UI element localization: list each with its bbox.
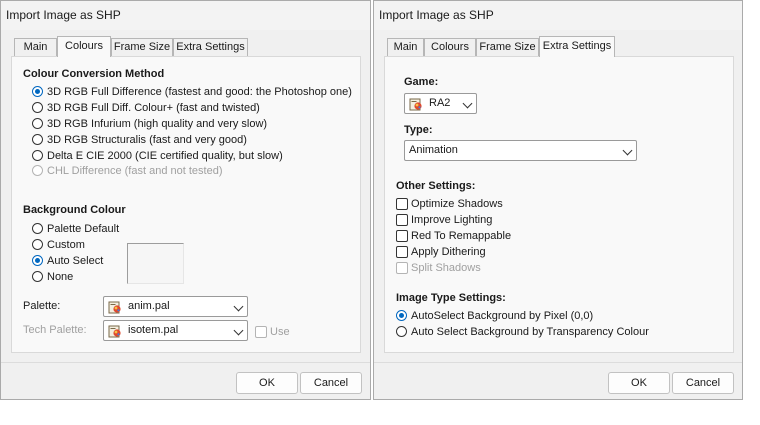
left-tab-frame-size[interactable]: Frame Size — [111, 38, 173, 56]
radio-selected — [396, 310, 407, 321]
right-tab-extra-settings[interactable]: Extra Settings — [539, 36, 615, 57]
option-label: Auto Select — [47, 255, 104, 267]
right-title-bar[interactable]: Import Image as SHP — [374, 1, 742, 30]
checkbox — [396, 214, 408, 226]
radio — [32, 223, 43, 234]
colour-conversion-heading: Colour Conversion Method — [23, 68, 165, 80]
option-label: Improve Lighting — [411, 214, 493, 226]
palette-value: anim.pal — [128, 300, 170, 312]
radio — [32, 165, 43, 176]
left-cancel-button[interactable]: Cancel — [300, 372, 362, 394]
left-tab-colours[interactable]: Colours — [57, 36, 111, 57]
right-dialog: Import Image as SHP Main Colours Frame S… — [373, 0, 743, 400]
radio — [32, 118, 43, 129]
option-label: Use — [270, 326, 290, 338]
type-value: Animation — [409, 144, 458, 156]
background-colour-preview[interactable] — [127, 243, 184, 284]
chevron-down-icon — [462, 98, 473, 109]
option-label: 3D RGB Full Diff. Colour+ (fast and twis… — [47, 102, 260, 114]
palette-select[interactable]: anim.pal — [103, 296, 248, 317]
left-button-separator — [1, 362, 370, 363]
radio — [32, 271, 43, 282]
background-colour-heading: Background Colour — [23, 204, 126, 216]
left-title-bar[interactable]: Import Image as SHP — [1, 1, 370, 30]
option-label: Optimize Shadows — [411, 198, 503, 210]
palette-file-icon — [108, 300, 122, 314]
option-label: Palette Default — [47, 223, 120, 235]
right-tab-strip: Main Colours Frame Size Extra Settings — [384, 36, 744, 57]
game-label: Game: — [404, 76, 439, 88]
tech-palette-value: isotem.pal — [128, 324, 179, 336]
type-select[interactable]: Animation — [404, 140, 637, 161]
game-select[interactable]: RA2 — [404, 93, 477, 114]
palette-label: Palette: — [23, 300, 61, 312]
option-label: CHL Difference (fast and not tested) — [47, 165, 223, 177]
right-cancel-button[interactable]: Cancel — [672, 372, 734, 394]
chevron-down-icon — [233, 325, 244, 336]
left-window-title: Import Image as SHP — [6, 8, 121, 22]
checkbox — [396, 198, 408, 210]
radio-selected — [32, 86, 43, 97]
chevron-down-icon — [622, 145, 633, 156]
palette-file-icon — [108, 324, 122, 338]
chevron-down-icon — [233, 301, 244, 312]
radio — [396, 326, 407, 337]
checkbox — [255, 326, 267, 338]
radio — [32, 150, 43, 161]
option-label: Auto Select Background by Transparency C… — [411, 326, 649, 338]
right-button-separator — [374, 362, 742, 363]
game-value: RA2 — [429, 97, 451, 109]
option-label: Custom — [47, 239, 85, 251]
right-tab-panel: Game: RA2 Type: Animation Other Settings… — [384, 56, 734, 353]
left-tab-strip: Main Colours Frame Size Extra Settings — [11, 36, 371, 57]
type-label: Type: — [404, 124, 433, 136]
right-ok-button[interactable]: OK — [608, 372, 670, 394]
left-tab-extra-settings[interactable]: Extra Settings — [173, 38, 248, 56]
left-tab-main[interactable]: Main — [14, 38, 57, 56]
right-window-title: Import Image as SHP — [379, 8, 494, 22]
tech-palette-label: Tech Palette: — [23, 324, 87, 336]
left-tab-panel: Colour Conversion Method 3D RGB Full Dif… — [11, 56, 361, 353]
left-dialog: Import Image as SHP Main Colours Frame S… — [0, 0, 371, 400]
option-label: Red To Remappable — [411, 230, 512, 242]
option-label: None — [47, 271, 74, 283]
option-label: Delta E CIE 2000 (CIE certified quality,… — [47, 150, 283, 162]
radio-selected — [32, 255, 43, 266]
right-tab-frame-size[interactable]: Frame Size — [476, 38, 539, 56]
checkbox — [396, 262, 408, 274]
option-label: Split Shadows — [411, 262, 481, 274]
option-label: AutoSelect Background by Pixel (0,0) — [411, 310, 594, 322]
image-type-heading: Image Type Settings: — [396, 292, 506, 304]
other-settings-heading: Other Settings: — [396, 180, 476, 192]
option-label: 3D RGB Full Difference (fastest and good… — [47, 86, 352, 98]
option-label: 3D RGB Infurium (high quality and very s… — [47, 118, 268, 130]
palette-file-icon — [409, 97, 423, 111]
right-tab-colours[interactable]: Colours — [424, 38, 476, 56]
tech-palette-select[interactable]: isotem.pal — [103, 320, 248, 341]
option-label: Apply Dithering — [411, 246, 486, 258]
left-ok-button[interactable]: OK — [236, 372, 298, 394]
option-label: 3D RGB Structuralis (fast and very good) — [47, 134, 247, 146]
checkbox — [396, 230, 408, 242]
radio — [32, 134, 43, 145]
radio — [32, 239, 43, 250]
checkbox — [396, 246, 408, 258]
right-tab-main[interactable]: Main — [387, 38, 424, 56]
radio — [32, 102, 43, 113]
